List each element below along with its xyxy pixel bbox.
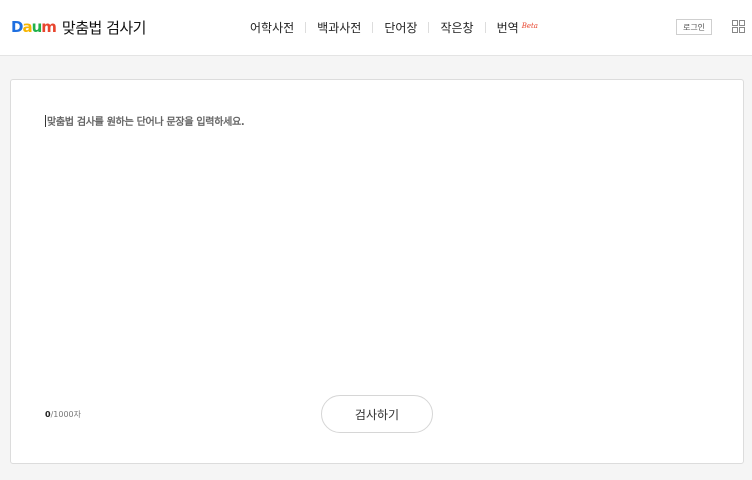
- header: D a u m 맞춤법 검사기 어학사전 백과사전 단어장 작은창 번역 Beta…: [0, 0, 752, 56]
- spellcheck-button[interactable]: 검사하기: [321, 395, 433, 433]
- grid-icon[interactable]: [732, 20, 745, 33]
- daum-wordmark: D a u m: [11, 18, 57, 36]
- nav-item-translate[interactable]: 번역 Beta: [497, 19, 538, 36]
- nav-item-wordbook[interactable]: 단어장: [384, 19, 417, 36]
- nav-item-language-dictionary[interactable]: 어학사전: [250, 19, 294, 36]
- nav-item-encyclopedia[interactable]: 백과사전: [317, 19, 361, 36]
- service-title: 맞춤법 검사기: [61, 18, 147, 37]
- logo-letter-u: u: [31, 18, 43, 36]
- nav-divider: [305, 22, 307, 33]
- logo-letter-d: D: [11, 18, 23, 36]
- top-nav: 어학사전 백과사전 단어장 작은창 번역 Beta: [250, 19, 538, 36]
- beta-badge: Beta: [521, 22, 538, 30]
- character-limit: /1000자: [50, 410, 81, 419]
- nav-item-small-window[interactable]: 작은창: [440, 19, 473, 36]
- nav-divider: [372, 22, 374, 33]
- login-button[interactable]: 로그인: [676, 19, 712, 35]
- nav-item-translate-label: 번역: [496, 21, 519, 35]
- daum-logo[interactable]: D a u m 맞춤법 검사기: [11, 14, 146, 40]
- text-input-area[interactable]: 맞춤법 검사를 원하는 단어나 문장을 입력하세요.: [45, 113, 705, 373]
- spellcheck-panel: 맞춤법 검사를 원하는 단어나 문장을 입력하세요. 0/1000자 검사하기: [10, 79, 744, 464]
- text-caret: [45, 115, 46, 127]
- logo-letter-a: a: [22, 18, 32, 36]
- logo-letter-m: m: [41, 18, 57, 36]
- nav-divider: [428, 22, 430, 33]
- input-placeholder: 맞춤법 검사를 원하는 단어나 문장을 입력하세요.: [47, 117, 245, 128]
- nav-divider: [484, 22, 486, 33]
- character-counter: 0/1000자: [45, 409, 81, 420]
